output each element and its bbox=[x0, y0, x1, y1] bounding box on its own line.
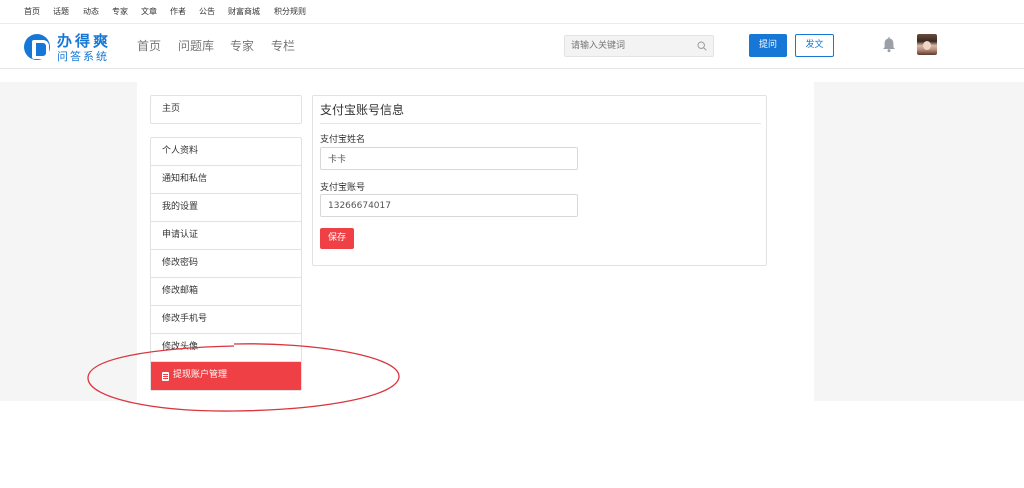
sidebar-home[interactable]: 主页 bbox=[150, 95, 302, 124]
nav-columns[interactable]: 专栏 bbox=[271, 38, 295, 54]
sidebar-item-settings[interactable]: 我的设置 bbox=[151, 194, 301, 222]
nav-home[interactable]: 首页 bbox=[137, 38, 161, 54]
search-box bbox=[564, 35, 714, 57]
alipay-account-panel: 支付宝账号信息 支付宝姓名 支付宝账号 保存 bbox=[312, 95, 767, 266]
logo-subtitle: 问答系统 bbox=[57, 50, 109, 63]
nav-question-bank[interactable]: 问题库 bbox=[178, 38, 214, 54]
alipay-name-label: 支付宝姓名 bbox=[320, 135, 366, 145]
sidebar-item-notifications[interactable]: 通知和私信 bbox=[151, 166, 301, 194]
toplink-home[interactable]: 首页 bbox=[24, 6, 40, 18]
sidebar-item-verification[interactable]: 申请认证 bbox=[151, 222, 301, 250]
site-header: 办得爽 问答系统 首页 问题库 专家 专栏 提问 发文 bbox=[0, 24, 1024, 69]
toplink-authors[interactable]: 作者 bbox=[170, 6, 186, 18]
panel-title: 支付宝账号信息 bbox=[320, 103, 405, 117]
bell-icon[interactable] bbox=[880, 36, 898, 54]
sidebar-item-change-email[interactable]: 修改邮箱 bbox=[151, 278, 301, 306]
top-link-bar: 首页 话题 动态 专家 文章 作者 公告 财富商城 积分规则 bbox=[0, 0, 1024, 24]
logo-title[interactable]: 办得爽 bbox=[57, 32, 111, 50]
post-article-button[interactable]: 发文 bbox=[795, 34, 834, 57]
toplink-topics[interactable]: 话题 bbox=[53, 6, 69, 18]
search-icon[interactable] bbox=[697, 41, 707, 51]
toplink-articles[interactable]: 文章 bbox=[141, 6, 157, 18]
logo-thumb-icon[interactable] bbox=[24, 34, 50, 60]
ask-question-button[interactable]: 提问 bbox=[749, 34, 787, 57]
alipay-name-field[interactable] bbox=[320, 147, 578, 170]
sidebar-item-profile[interactable]: 个人资料 bbox=[151, 138, 301, 166]
toplink-points-rules[interactable]: 积分规则 bbox=[274, 6, 306, 18]
alipay-account-label: 支付宝账号 bbox=[320, 183, 366, 193]
save-button[interactable]: 保存 bbox=[320, 228, 354, 249]
toplink-announcements[interactable]: 公告 bbox=[199, 6, 215, 18]
sidebar-item-change-phone[interactable]: 修改手机号 bbox=[151, 306, 301, 334]
search-input[interactable] bbox=[571, 38, 691, 54]
avatar[interactable] bbox=[917, 34, 937, 55]
toplink-experts[interactable]: 专家 bbox=[112, 6, 128, 18]
annotation-ellipse bbox=[87, 343, 400, 412]
toplink-dynamics[interactable]: 动态 bbox=[83, 6, 99, 18]
alipay-account-field[interactable] bbox=[320, 194, 578, 217]
nav-experts[interactable]: 专家 bbox=[230, 38, 254, 54]
panel-divider bbox=[320, 123, 761, 124]
toplink-wealth-mall[interactable]: 财富商城 bbox=[228, 6, 260, 18]
sidebar-item-change-password[interactable]: 修改密码 bbox=[151, 250, 301, 278]
